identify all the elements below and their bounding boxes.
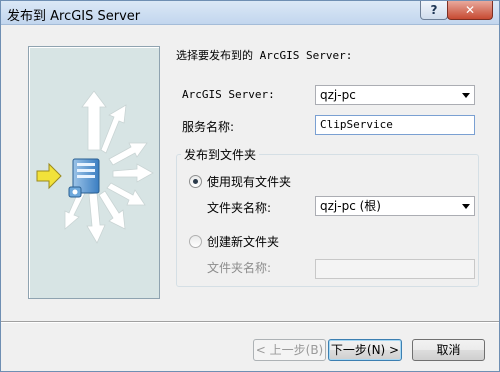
- publish-heading: 选择要发布到的 ArcGIS Server:: [176, 49, 353, 62]
- existing-folder-value: qzj-pc (根): [320, 199, 381, 213]
- create-new-folder-label[interactable]: 创建新文件夹: [207, 233, 279, 250]
- create-new-folder-radio[interactable]: [189, 235, 202, 248]
- title-bar[interactable]: 发布到 ArcGIS Server ? ✕: [1, 1, 499, 25]
- help-button[interactable]: ?: [420, 1, 448, 20]
- cancel-button[interactable]: 取消: [412, 339, 485, 361]
- window-title: 发布到 ArcGIS Server: [7, 9, 141, 24]
- existing-folder-select[interactable]: qzj-pc (根): [315, 196, 475, 216]
- next-button[interactable]: 下一步(N) >: [328, 339, 402, 361]
- radio-selected-dot: [193, 179, 198, 184]
- yellow-arrow-icon: [36, 162, 62, 190]
- publish-server-icon: [36, 90, 154, 244]
- folder-name-label: 文件夹名称:: [207, 201, 272, 215]
- server-select-value: qzj-pc: [320, 88, 356, 102]
- new-folder-name-label: 文件夹名称:: [207, 261, 272, 275]
- publish-dialog: 发布到 ArcGIS Server ? ✕ 选择要发布到的 ArcGIS Ser…: [0, 0, 500, 372]
- server-label: ArcGIS Server:: [182, 88, 275, 101]
- wizard-illustration: [28, 46, 160, 299]
- chevron-down-icon: [462, 93, 470, 98]
- new-folder-name-input[interactable]: [315, 259, 475, 279]
- footer-separator: [1, 321, 499, 323]
- server-icon: [68, 158, 100, 198]
- use-existing-folder-label[interactable]: 使用现有文件夹: [207, 173, 291, 190]
- use-existing-folder-radio[interactable]: [189, 175, 202, 188]
- back-button[interactable]: < 上一步(B): [253, 339, 326, 361]
- close-button[interactable]: ✕: [447, 1, 493, 20]
- folder-group-title: 发布到文件夹: [181, 146, 260, 163]
- service-name-label: 服务名称:: [182, 120, 235, 134]
- chevron-down-icon: [462, 204, 470, 209]
- service-name-input[interactable]: ClipService: [315, 115, 475, 135]
- server-select[interactable]: qzj-pc: [315, 85, 475, 105]
